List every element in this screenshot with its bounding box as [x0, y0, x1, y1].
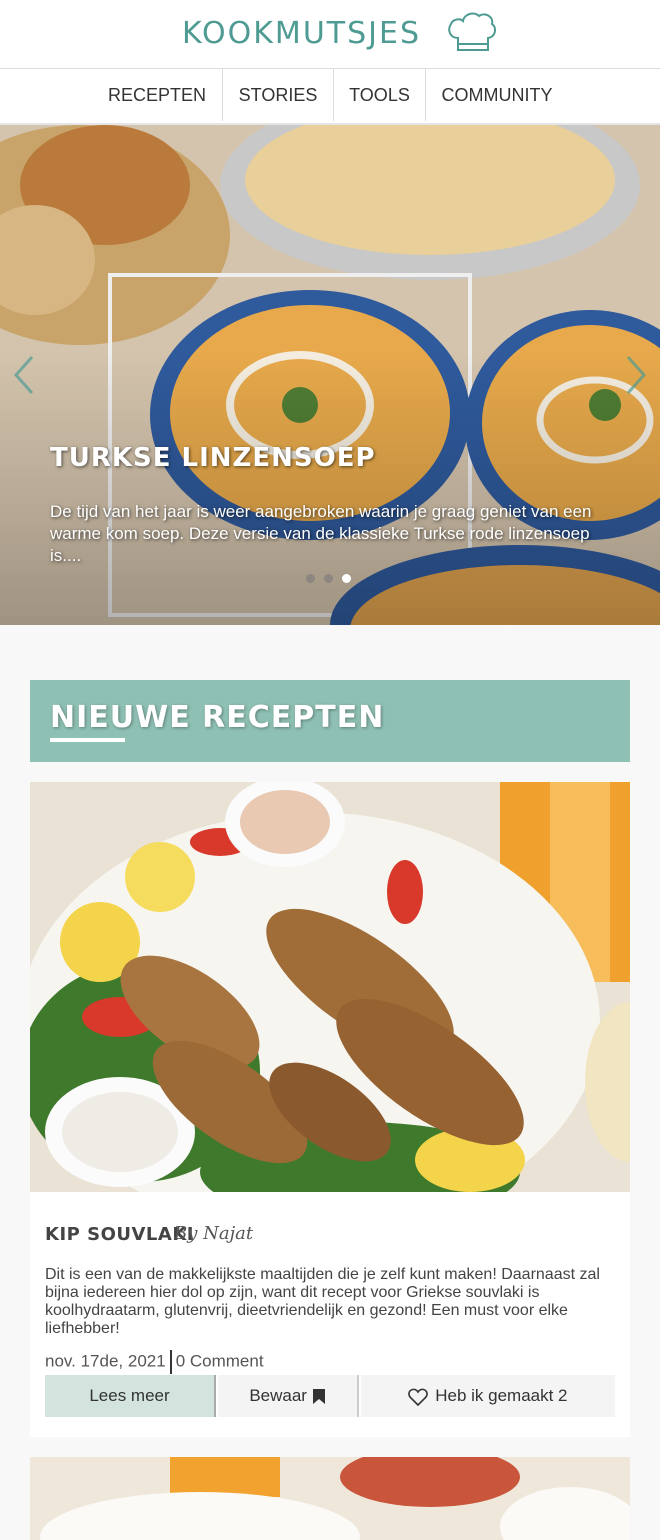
chevron-left-icon[interactable]: [10, 353, 38, 397]
made-it-label: Heb ik gemaakt 2: [435, 1386, 568, 1405]
nav-item-stories[interactable]: STORIES: [223, 69, 333, 121]
bookmark-icon: [312, 1389, 325, 1405]
section-title: NIEUWE RECEPTEN: [50, 700, 385, 735]
hero-slider[interactable]: TURKSE LINZENSOEP De tijd van het jaar i…: [0, 125, 660, 625]
logo-text: KOOKMUTSJES: [182, 16, 421, 51]
save-label: Bewaar: [249, 1386, 307, 1405]
recipe-card: KIP SOUVLAKI By Najat Dit is een van de …: [30, 782, 630, 1437]
recipe-date: nov. 17de, 2021: [45, 1351, 166, 1371]
site-header: KOOKMUTSJES: [0, 0, 660, 69]
meta-divider: [169, 1350, 172, 1374]
chef-hat-icon: [448, 12, 497, 51]
recipe-image[interactable]: [30, 782, 630, 1192]
nav-item-community[interactable]: COMMUNITY: [426, 69, 568, 121]
save-button[interactable]: Bewaar: [218, 1375, 359, 1417]
recipe-meta: nov. 17de, 2021 0 Comment: [45, 1350, 264, 1374]
heart-icon: [408, 1388, 429, 1406]
site-logo[interactable]: KOOKMUTSJES: [182, 10, 502, 58]
hero-description: De tijd van het jaar is weer aangebroken…: [50, 502, 592, 565]
recipe-author: By Najat: [174, 1223, 254, 1244]
recipe-photo: [30, 1457, 630, 1540]
recipe-card-next[interactable]: [30, 1457, 630, 1540]
slider-dot[interactable]: [324, 574, 333, 583]
nav-item-recepten[interactable]: RECEPTEN: [92, 69, 222, 121]
made-it-button[interactable]: Heb ik gemaakt 2: [361, 1375, 615, 1417]
chevron-right-icon[interactable]: [622, 353, 650, 397]
nav-item-tools[interactable]: TOOLS: [334, 69, 425, 121]
main-nav: RECEPTEN STORIES TOOLS COMMUNITY: [0, 69, 660, 125]
recipe-photo: [30, 782, 630, 1192]
recipe-comments[interactable]: 0 Comment: [176, 1351, 264, 1370]
slider-dot-active[interactable]: [342, 574, 351, 583]
hero-title[interactable]: TURKSE LINZENSOEP: [50, 443, 376, 473]
section-underline: [50, 738, 125, 742]
read-more-button[interactable]: Lees meer: [45, 1375, 216, 1417]
slider-dot[interactable]: [306, 574, 315, 583]
recipe-description: Dit is een van de makkelijkste maaltijde…: [45, 1266, 600, 1337]
section-header: NIEUWE RECEPTEN: [30, 680, 630, 762]
recipe-title[interactable]: KIP SOUVLAKI: [45, 1224, 194, 1245]
